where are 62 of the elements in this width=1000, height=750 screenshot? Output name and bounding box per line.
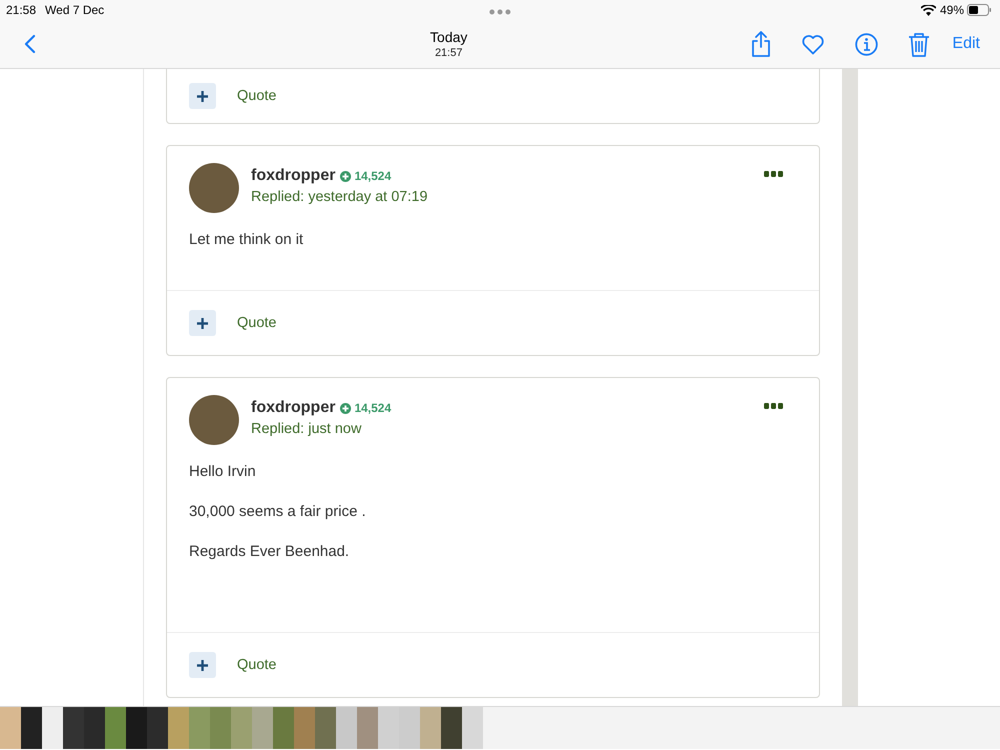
photo-thumbnail-placeholder[interactable] (63, 707, 84, 749)
status-time: 21:58 (6, 3, 36, 17)
photo-thumbnail-placeholder[interactable] (231, 707, 252, 749)
photo-thumbnail-placeholder[interactable] (378, 707, 399, 749)
photo-thumbnail-placeholder[interactable] (336, 707, 357, 749)
heart-icon[interactable] (801, 34, 826, 54)
quote-link[interactable]: Quote (237, 88, 276, 104)
add-quote-button[interactable] (189, 310, 216, 336)
back-icon[interactable] (24, 34, 36, 54)
post-text: 30,000 seems a fair price . (189, 502, 367, 521)
add-quote-button[interactable] (189, 652, 216, 678)
quote-link[interactable]: Quote (237, 315, 276, 331)
more-options-icon[interactable] (764, 403, 783, 409)
reputation-score: 14,524 (354, 169, 392, 183)
photo-thumbnail-placeholder[interactable] (147, 707, 168, 749)
photo-thumbnail-placeholder[interactable] (42, 707, 63, 749)
avatar-photo-placeholder (189, 163, 239, 213)
photo-date-title: Today (429, 29, 468, 45)
photo-thumbnail-placeholder[interactable] (0, 707, 21, 749)
photo-thumbnail-placeholder[interactable] (84, 707, 105, 749)
info-icon[interactable] (855, 32, 878, 56)
avatar-photo-placeholder (189, 395, 239, 445)
photo-thumbnail-placeholder[interactable] (399, 707, 420, 749)
edit-button[interactable]: Edit (952, 35, 980, 53)
more-options-icon[interactable] (764, 171, 783, 177)
status-date: Wed 7 Dec (45, 3, 104, 17)
photo-thumbnail-placeholder[interactable] (462, 707, 483, 749)
battery-percent: 49% (940, 3, 964, 17)
post-text: Let me think on it (189, 230, 304, 249)
photo-thumbnail-placeholder[interactable] (441, 707, 462, 749)
quote-link[interactable]: Quote (237, 657, 276, 673)
wifi-icon (920, 4, 936, 16)
plus-icon[interactable] (197, 318, 208, 328)
post-text: Regards Ever Beenhad. (189, 542, 350, 561)
add-quote-button[interactable] (189, 83, 216, 109)
trash-icon[interactable] (908, 32, 930, 56)
plus-icon[interactable] (197, 660, 208, 670)
reply-time: Replied: just now (251, 421, 362, 437)
photo-thumbnail-placeholder[interactable] (294, 707, 315, 749)
photo-thumbnail-placeholder[interactable] (126, 707, 147, 749)
photo-thumbnail-placeholder[interactable] (21, 707, 42, 749)
photo-thumbnail-placeholder[interactable] (105, 707, 126, 749)
plus-circle-icon (340, 402, 352, 414)
post-text: Hello Irvin (189, 462, 257, 481)
photo-thumbnail-placeholder[interactable] (273, 707, 294, 749)
photo-thumbnail-placeholder[interactable] (168, 707, 189, 749)
reply-time: Replied: yesterday at 07:19 (251, 189, 429, 205)
photo-thumbnail-placeholder[interactable] (210, 707, 231, 749)
author-name[interactable]: foxdropper (251, 399, 336, 417)
photo-thumbnail-placeholder[interactable] (189, 707, 210, 749)
share-icon[interactable] (751, 31, 772, 57)
reputation-score: 14,524 (354, 401, 392, 415)
plus-circle-icon (340, 170, 352, 182)
photo-thumbnail-placeholder[interactable] (315, 707, 336, 749)
battery-icon (967, 4, 992, 16)
multitasking-dots-icon[interactable] (489, 9, 511, 15)
plus-icon[interactable] (197, 90, 208, 102)
author-name[interactable]: foxdropper (251, 167, 336, 185)
photo-thumbnail-placeholder[interactable] (252, 707, 273, 749)
photo-thumbnail-placeholder[interactable] (420, 707, 441, 749)
photo-thumbnail-placeholder[interactable] (357, 707, 378, 749)
photo-time: 21:57 (434, 47, 464, 59)
